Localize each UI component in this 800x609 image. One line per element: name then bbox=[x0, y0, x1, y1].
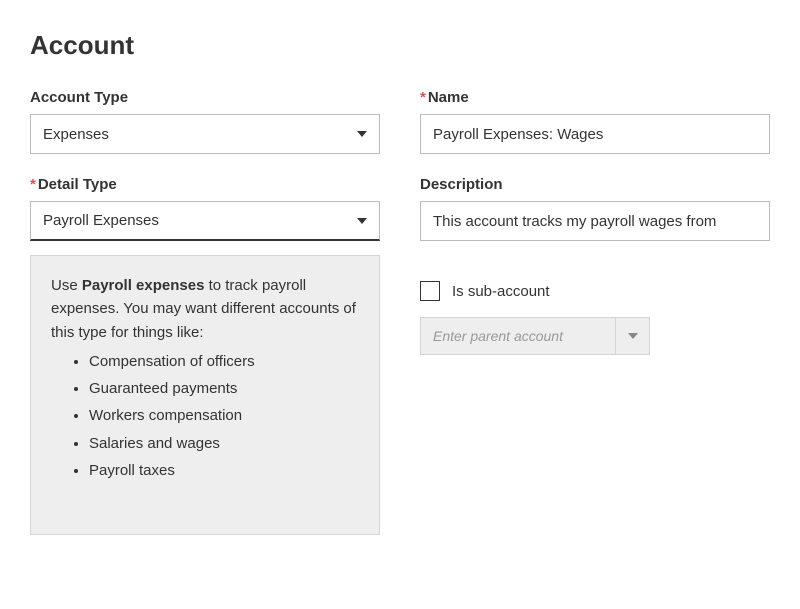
page-title: Account bbox=[30, 30, 770, 61]
sub-account-label: Is sub-account bbox=[452, 283, 550, 300]
required-star-icon: * bbox=[30, 176, 36, 193]
parent-account-select[interactable]: Enter parent account bbox=[420, 317, 650, 355]
required-star-icon: * bbox=[420, 89, 426, 106]
name-label: *Name bbox=[420, 89, 770, 106]
help-item: Workers compensation bbox=[89, 404, 359, 427]
chevron-down-icon bbox=[628, 333, 638, 339]
account-type-select[interactable]: Expenses bbox=[30, 114, 380, 154]
description-input[interactable] bbox=[420, 201, 770, 241]
detail-type-value: Payroll Expenses bbox=[43, 212, 357, 229]
name-input[interactable] bbox=[420, 114, 770, 154]
sub-account-checkbox[interactable] bbox=[420, 281, 440, 301]
chevron-down-icon bbox=[357, 131, 367, 137]
help-item: Salaries and wages bbox=[89, 432, 359, 455]
help-item: Payroll taxes bbox=[89, 459, 359, 482]
parent-account-caret[interactable] bbox=[616, 317, 650, 355]
detail-type-label: *Detail Type bbox=[30, 176, 380, 193]
help-item: Guaranteed payments bbox=[89, 377, 359, 400]
detail-type-help: Use Payroll expenses to track payroll ex… bbox=[30, 255, 380, 535]
chevron-down-icon bbox=[357, 218, 367, 224]
detail-type-select[interactable]: Payroll Expenses bbox=[30, 201, 380, 241]
description-label: Description bbox=[420, 176, 770, 193]
help-item: Compensation of officers bbox=[89, 350, 359, 373]
account-type-value: Expenses bbox=[43, 126, 357, 143]
parent-account-placeholder: Enter parent account bbox=[420, 317, 616, 355]
account-type-label: Account Type bbox=[30, 89, 380, 106]
